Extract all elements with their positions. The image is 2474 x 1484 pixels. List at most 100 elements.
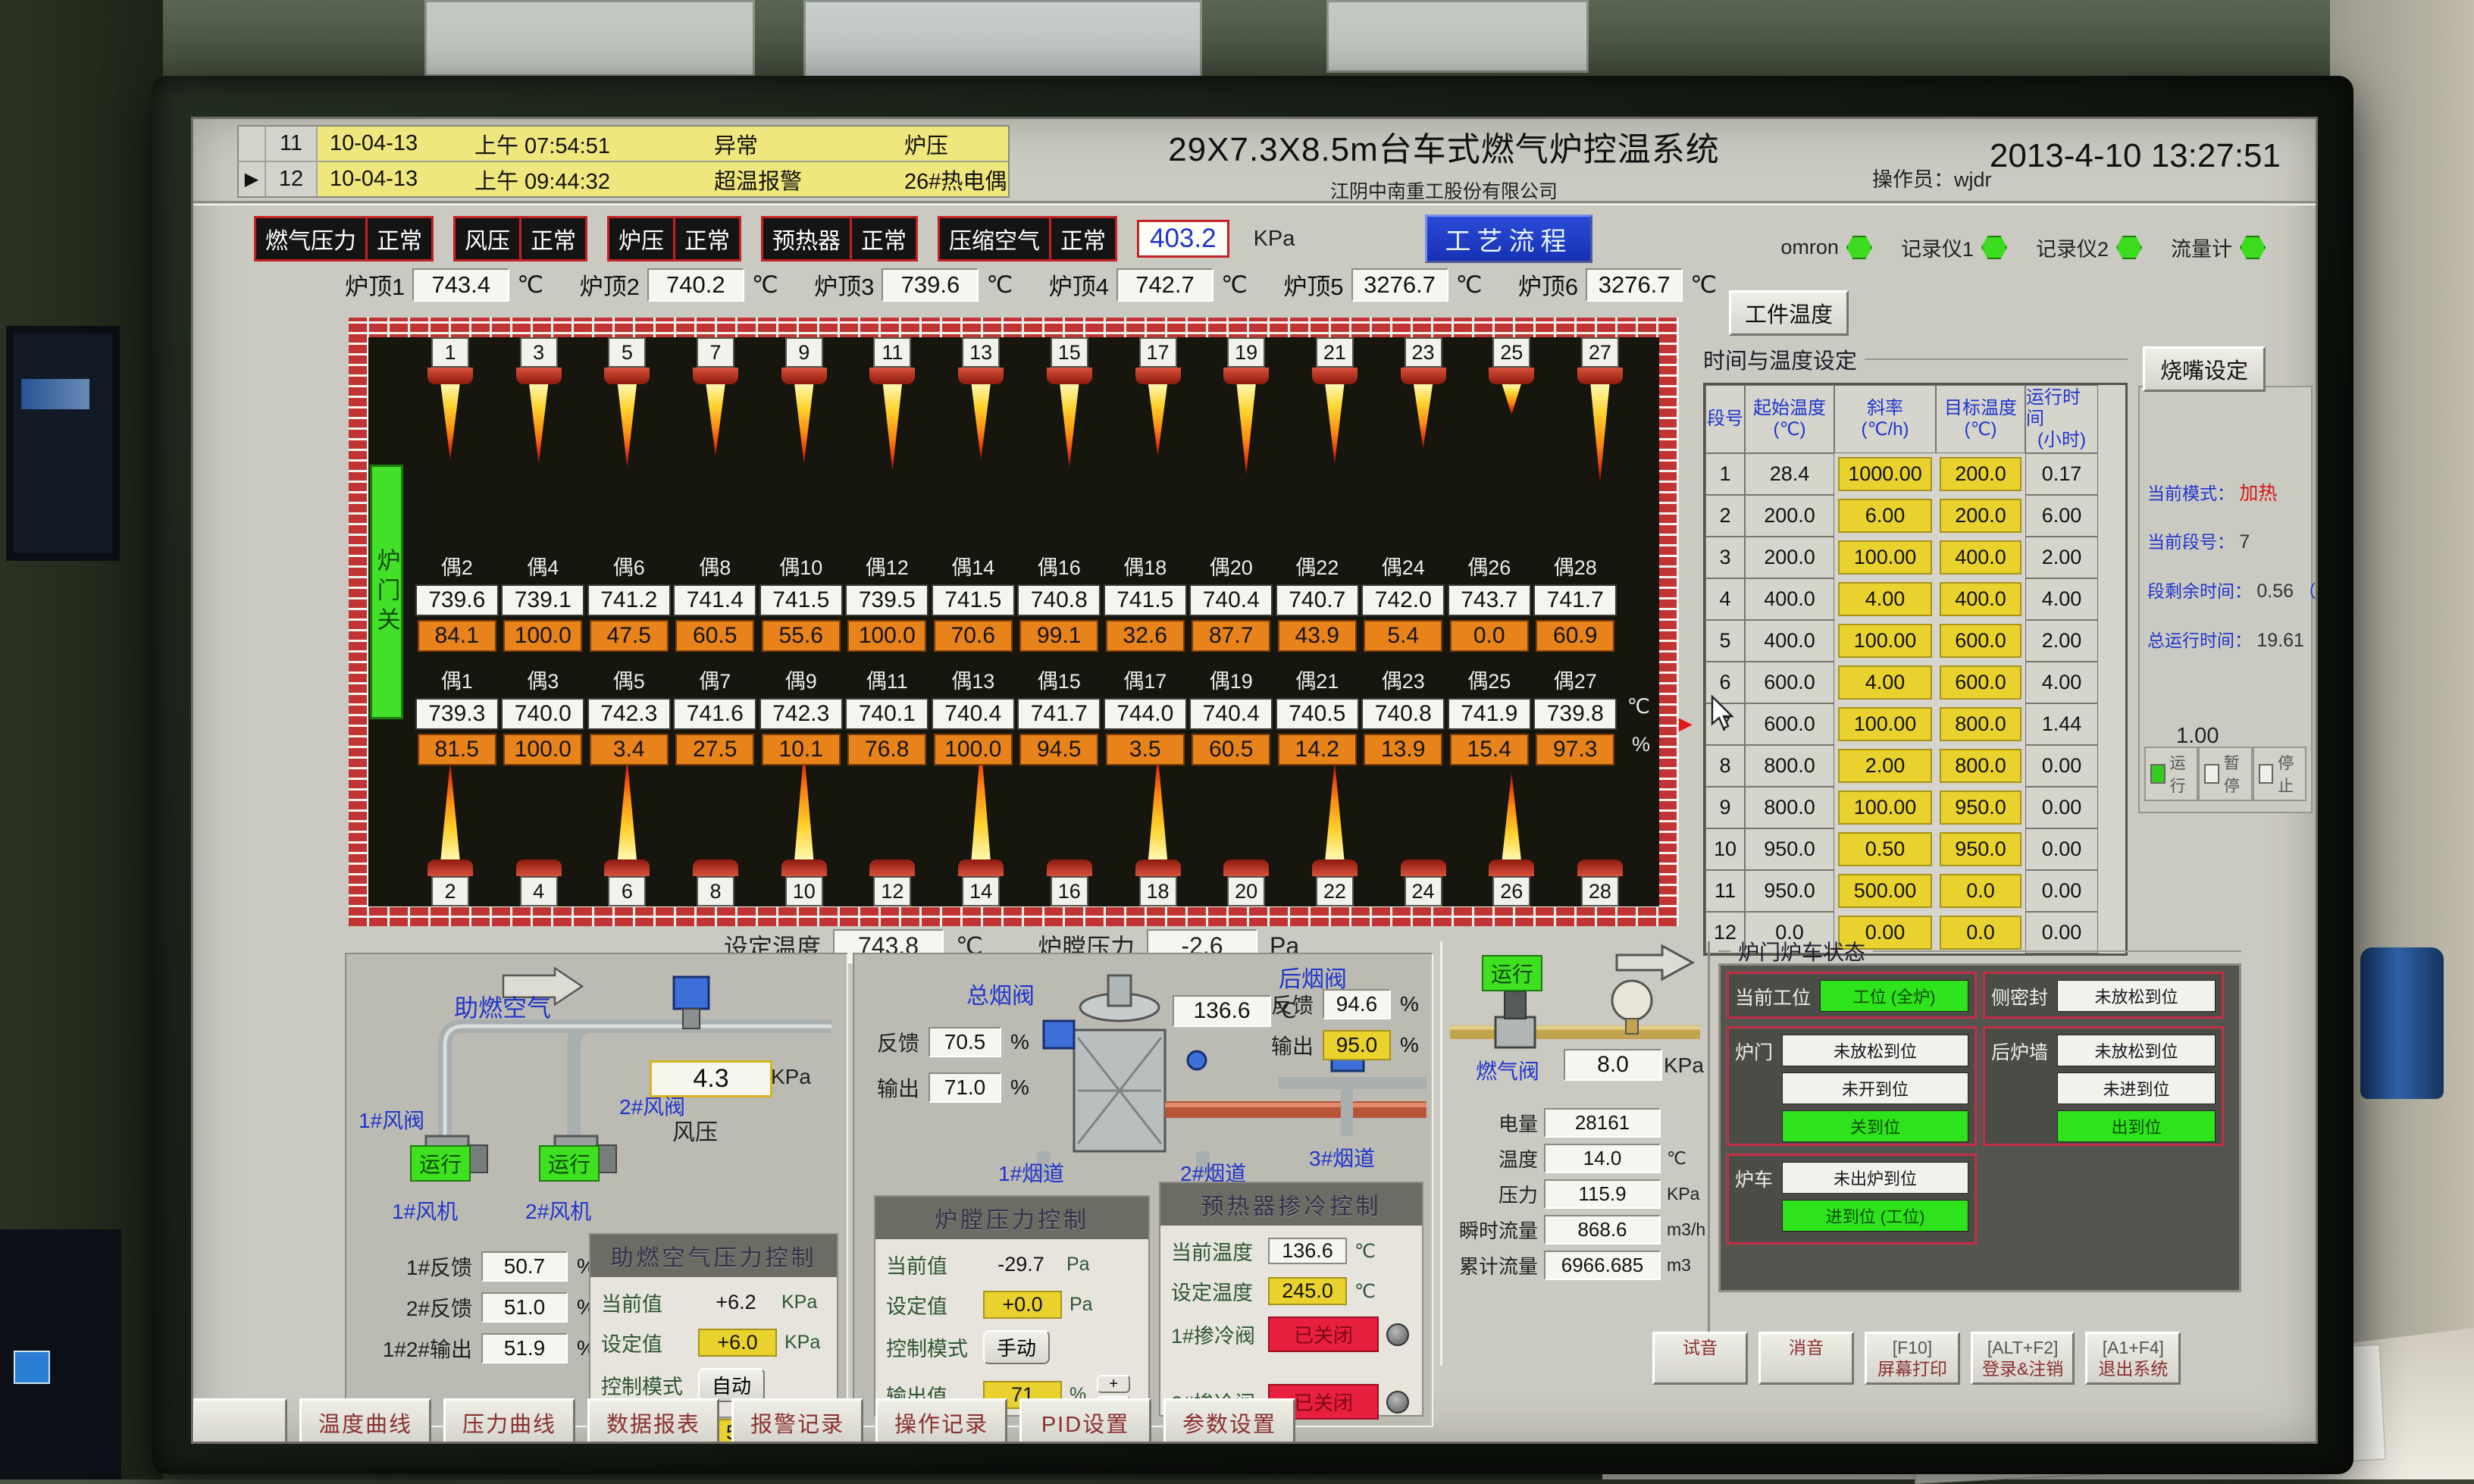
schedule-editable-cell[interactable]: 400.0 (1940, 582, 2021, 616)
combustion-air-panel: 助燃空气 4.3 KPa 风压 1#风阀 2#风阀 运行 运行 1#风机 2#风… (345, 953, 848, 1427)
schedule-cell: 28.4 (1745, 453, 1834, 495)
furnace-top-item: 炉顶4742.7℃ (1049, 268, 1248, 302)
header-line1: 运行时间 (2026, 387, 2097, 430)
burner-settings-button[interactable]: 烧嘴设定 (2143, 346, 2266, 392)
schedule-editable-cell[interactable]: 4.00 (1838, 665, 1932, 700)
schedule-editable-cell[interactable]: 400.0 (1940, 540, 2021, 575)
toolbar-button[interactable]: 温度曲线 (299, 1398, 431, 1444)
out-unit: % (1010, 1075, 1029, 1100)
action-button[interactable]: [F10]屏幕打印 (1865, 1332, 1960, 1385)
burner-port (1489, 368, 1534, 384)
schedule-editable-cell[interactable]: 500.00 (1838, 874, 1932, 908)
schedule-editable-cell[interactable]: 800.0 (1940, 707, 2021, 741)
status-inactive: 未开到位 (1782, 1072, 1968, 1104)
action-button[interactable]: 试音 (1652, 1332, 1748, 1385)
thermocouple-name: 偶14 (951, 551, 994, 581)
burner: 18 (1119, 753, 1198, 906)
alarm-row[interactable]: 1110-04-13上午 07:54:51异常炉压 (239, 127, 1008, 162)
button-label: 登录&注销 (1982, 1358, 2063, 1379)
burner: 26 (1472, 772, 1551, 906)
out-value[interactable]: 95.0 (1323, 1030, 1391, 1060)
schedule-cell: 5 (1705, 620, 1745, 662)
increment-button[interactable]: + (1097, 1375, 1130, 1393)
valve-indicator-icon[interactable] (1386, 1323, 1409, 1346)
schedule-editable-cell[interactable]: 4.00 (1838, 582, 1932, 616)
schedule-editable-cell[interactable]: 6.00 (1838, 499, 1932, 533)
toolbar-button[interactable]: 操作记录 (875, 1398, 1007, 1444)
thermocouple-name: 偶6 (613, 551, 645, 581)
burner-port (604, 859, 650, 876)
action-button[interactable]: 消音 (1758, 1332, 1854, 1385)
burner: 10 (765, 750, 844, 906)
schedule-cell: 2.00 (2025, 620, 2098, 662)
process-flow-button[interactable]: 工艺流程 (1425, 214, 1592, 263)
toolbar-button-partial[interactable] (192, 1398, 287, 1444)
toolbar-button[interactable]: 压力曲线 (443, 1398, 575, 1444)
alarm-row[interactable]: ▶1210-04-13上午 09:44:32超温报警26#热电偶 (239, 162, 1008, 196)
state-checkbox-on[interactable]: 运行 (2144, 747, 2198, 801)
furnace-top-value: 3276.7 (1586, 268, 1683, 302)
schedule-editable-cell[interactable]: 2.00 (1838, 749, 1932, 783)
divider (193, 204, 2316, 205)
thermocouple-temp: 740.8 (1017, 584, 1101, 616)
schedule-editable-cell[interactable]: 100.00 (1838, 540, 1932, 575)
thermocouple-name: 偶11 (866, 665, 908, 694)
setpoint-field[interactable]: +6.0 (698, 1329, 777, 1357)
schedule-editable-cell[interactable]: 100.00 (1838, 791, 1932, 825)
door-car-status-panel: 当前工位工位 (全炉)侧密封未放松到位炉门未放松到位未开到位关到位后炉墙未放松到… (1718, 963, 2241, 1292)
schedule-editable-cell[interactable]: 950.0 (1940, 791, 2021, 825)
thermocouple-output-pct: 43.9 (1278, 620, 1357, 652)
meter-value: 115.9 (1544, 1179, 1661, 1209)
status-stack: 未放松到位未进到位出到位 (2057, 1035, 2216, 1138)
burner: 25 (1472, 337, 1551, 483)
valve1-state: 已关闭 (1268, 1317, 1379, 1352)
status-active: 工位 (全炉) (1820, 980, 1968, 1012)
schedule-editable-cell[interactable]: 100.00 (1838, 707, 1932, 741)
toolbar-button[interactable]: 参数设置 (1163, 1398, 1295, 1444)
schedule-editable-cell[interactable]: 200.0 (1940, 499, 2021, 533)
workpiece-temp-button[interactable]: 工件温度 (1729, 290, 1849, 336)
setpoint-field[interactable]: +0.0 (983, 1291, 1062, 1319)
burner-port (958, 859, 1004, 876)
status-stack: 未出炉到位进到位 (工位) (1782, 1162, 1968, 1236)
gas-supply-pressure-value: 403.2 (1137, 220, 1229, 258)
schedule-cell: 200.0 (1745, 537, 1834, 578)
meter-label: 温度 (1447, 1144, 1538, 1172)
fb-unit: % (1010, 1030, 1029, 1054)
schedule-editable-cell[interactable]: 950.0 (1940, 832, 2021, 866)
meter-value: 868.6 (1544, 1215, 1661, 1244)
meter-value: 6966.685 (1544, 1251, 1661, 1280)
action-button[interactable]: [ALT+F2]登录&注销 (1971, 1332, 2075, 1385)
schedule-editable-cell[interactable]: 600.0 (1940, 665, 2021, 700)
valve-indicator-icon[interactable] (1386, 1391, 1409, 1414)
monitor-bezel: 1110-04-13上午 07:54:51异常炉压▶1210-04-13上午 0… (152, 76, 2353, 1474)
schedule-editable-cell[interactable]: 1000.00 (1838, 457, 1932, 491)
furnace-top-item: 炉顶3739.6℃ (814, 268, 1013, 302)
action-button[interactable]: [A1+F4]退出系统 (2085, 1332, 2181, 1385)
flame-icon (1145, 753, 1172, 859)
schedule-editable-cell[interactable]: 100.00 (1838, 624, 1932, 658)
current-mode-line: 当前模式： 加热 (2147, 478, 2306, 506)
schedule-editable-cell[interactable]: 800.0 (1940, 749, 2021, 783)
state-checkbox-off[interactable]: 停止 (2253, 747, 2306, 801)
schedule-editable-cell[interactable]: 600.0 (1940, 624, 2021, 658)
toolbar-button[interactable]: 数据报表 (587, 1398, 719, 1444)
toolbar-button[interactable]: PID设置 (1019, 1398, 1151, 1444)
thermocouple-temp: 741.7 (1533, 584, 1617, 616)
schedule-editable-cell[interactable]: 0.50 (1838, 832, 1932, 866)
divider (193, 201, 2316, 203)
schedule-editable-cell[interactable]: 200.0 (1940, 457, 2021, 491)
burner-number: 9 (785, 337, 823, 368)
toolbar-button[interactable]: 报警记录 (731, 1398, 863, 1444)
setpoint-field[interactable]: 245.0 (1268, 1277, 1347, 1305)
thermocouple-name: 偶4 (527, 551, 559, 581)
furnace-top-label: 炉顶5 (1283, 268, 1343, 302)
mode-toggle-button[interactable]: 自动 (698, 1368, 765, 1402)
mode-toggle-button[interactable]: 手动 (983, 1330, 1050, 1364)
burner-number: 21 (1316, 337, 1354, 368)
thermocouple-name: 偶21 (1295, 665, 1339, 694)
state-checkbox-off[interactable]: 暂停 (2198, 747, 2252, 801)
burner: 12 (853, 859, 932, 906)
schedule-editable-cell[interactable]: 0.0 (1940, 874, 2021, 908)
button-label: 消音 (1770, 1337, 1843, 1358)
